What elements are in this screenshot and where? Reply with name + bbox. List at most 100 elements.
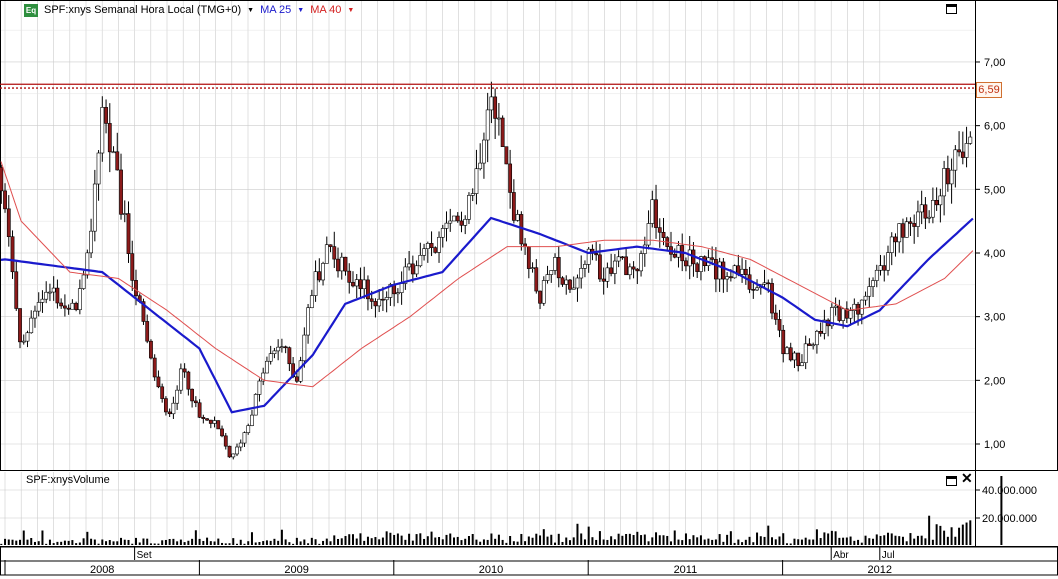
volume-bar	[273, 538, 276, 545]
volume-bar	[123, 539, 126, 545]
candle-body	[440, 228, 445, 238]
volume-bar	[116, 541, 119, 545]
candle-body	[908, 221, 913, 224]
volume-bar	[823, 532, 826, 545]
candle-body	[549, 270, 554, 275]
volume-bar	[471, 533, 474, 545]
candle-body	[672, 253, 677, 258]
candle-body	[92, 183, 97, 232]
candle-body	[119, 169, 123, 215]
candle-body	[351, 282, 355, 287]
ma25-dropdown-icon[interactable]: ▼	[297, 7, 304, 14]
volume-bar	[692, 535, 695, 545]
volume-bar	[236, 543, 239, 545]
candle-body	[792, 352, 797, 361]
candle-body	[541, 280, 546, 304]
volume-bar	[703, 539, 706, 545]
volume-bar	[845, 537, 848, 545]
chart-legend: Eq SPF:xnys Semanal Hora Local (TMG+0) ▼…	[24, 2, 354, 18]
volume-bar	[63, 540, 66, 545]
candle-body	[407, 263, 412, 268]
candle-body	[474, 168, 479, 194]
candle-body	[639, 253, 643, 272]
volume-bar	[557, 533, 560, 545]
chart-svg[interactable]: 1,00 2,00 3,00 4,00 5,00 6,00 7,00 20.000.000 40…	[0, 0, 1058, 576]
volume-bar	[490, 533, 493, 545]
volume-bar	[920, 535, 923, 545]
maximize-price-panel-icon[interactable]	[946, 4, 957, 14]
volume-bar	[744, 539, 747, 545]
candle-body	[85, 252, 90, 276]
volume-bar	[322, 540, 325, 545]
candle-body	[803, 343, 808, 364]
symbol-dropdown-icon[interactable]: ▼	[247, 7, 254, 14]
candle-body	[620, 256, 625, 259]
candle-body	[36, 302, 41, 312]
candle-body	[283, 346, 288, 349]
candle-body	[268, 353, 273, 362]
volume-bar	[389, 532, 392, 545]
candle-body	[785, 347, 789, 355]
candle-body	[77, 288, 82, 311]
y-tick-label: 5,00	[984, 184, 1005, 196]
candle-body	[848, 310, 853, 319]
candle-body	[493, 96, 498, 119]
candle-body	[545, 274, 550, 281]
candle-body	[74, 302, 79, 311]
volume-bar	[886, 532, 889, 545]
ma25-label[interactable]: MA 25	[260, 4, 291, 16]
volume-bar	[494, 538, 497, 545]
volume-bar	[782, 533, 785, 545]
ma40-label[interactable]: MA 40	[310, 4, 341, 16]
ma40-dropdown-icon[interactable]: ▼	[347, 7, 354, 14]
candle-body	[796, 352, 801, 367]
maximize-volume-panel-icon[interactable]	[946, 476, 957, 486]
volume-bar	[206, 537, 209, 545]
candle-body	[343, 256, 348, 272]
candle-body	[347, 270, 352, 283]
volume-bar	[456, 536, 459, 545]
volume-bar	[75, 543, 78, 545]
candle-body	[463, 218, 468, 226]
volume-bar	[265, 540, 268, 545]
volume-bar	[628, 533, 631, 545]
candle-body	[160, 386, 165, 399]
volume-bar	[572, 537, 575, 545]
volume-bar	[56, 541, 59, 545]
candle-body	[384, 297, 389, 301]
volume-bar	[838, 537, 841, 545]
volume-bar	[11, 539, 14, 545]
volume-bar	[370, 538, 373, 545]
volume-bar	[606, 539, 609, 545]
year-label: 2009	[284, 564, 308, 576]
volume-bar	[890, 533, 893, 545]
close-volume-panel-icon[interactable]: ✕	[961, 471, 973, 485]
symbol-label[interactable]: SPF:xnys Semanal Hora Local (TMG+0)	[44, 4, 241, 16]
volume-bar	[310, 537, 313, 545]
candle-body	[530, 267, 535, 269]
candle-body	[504, 146, 509, 165]
candle-body	[354, 279, 359, 287]
volume-bar	[426, 536, 429, 545]
candle-body	[410, 263, 415, 275]
volume-bar	[864, 535, 867, 545]
volume-bar	[224, 543, 227, 545]
candle-body	[336, 258, 340, 272]
candle-body	[216, 420, 221, 430]
volume-bar	[232, 538, 235, 545]
year-label: 2012	[868, 564, 892, 576]
candle-body	[478, 162, 483, 170]
candle-body	[422, 248, 426, 256]
candle-body	[601, 278, 606, 282]
candle-body	[960, 151, 965, 158]
volume-bar	[441, 539, 444, 545]
volume-bar	[580, 533, 583, 545]
volume-bar	[217, 538, 220, 545]
candle-body	[186, 371, 191, 390]
volume-bar	[875, 534, 878, 545]
candle-body	[178, 368, 183, 391]
volume-bar	[958, 527, 961, 545]
volume-bar	[565, 537, 568, 545]
candle-body	[452, 215, 456, 222]
volume-bar	[460, 540, 463, 545]
